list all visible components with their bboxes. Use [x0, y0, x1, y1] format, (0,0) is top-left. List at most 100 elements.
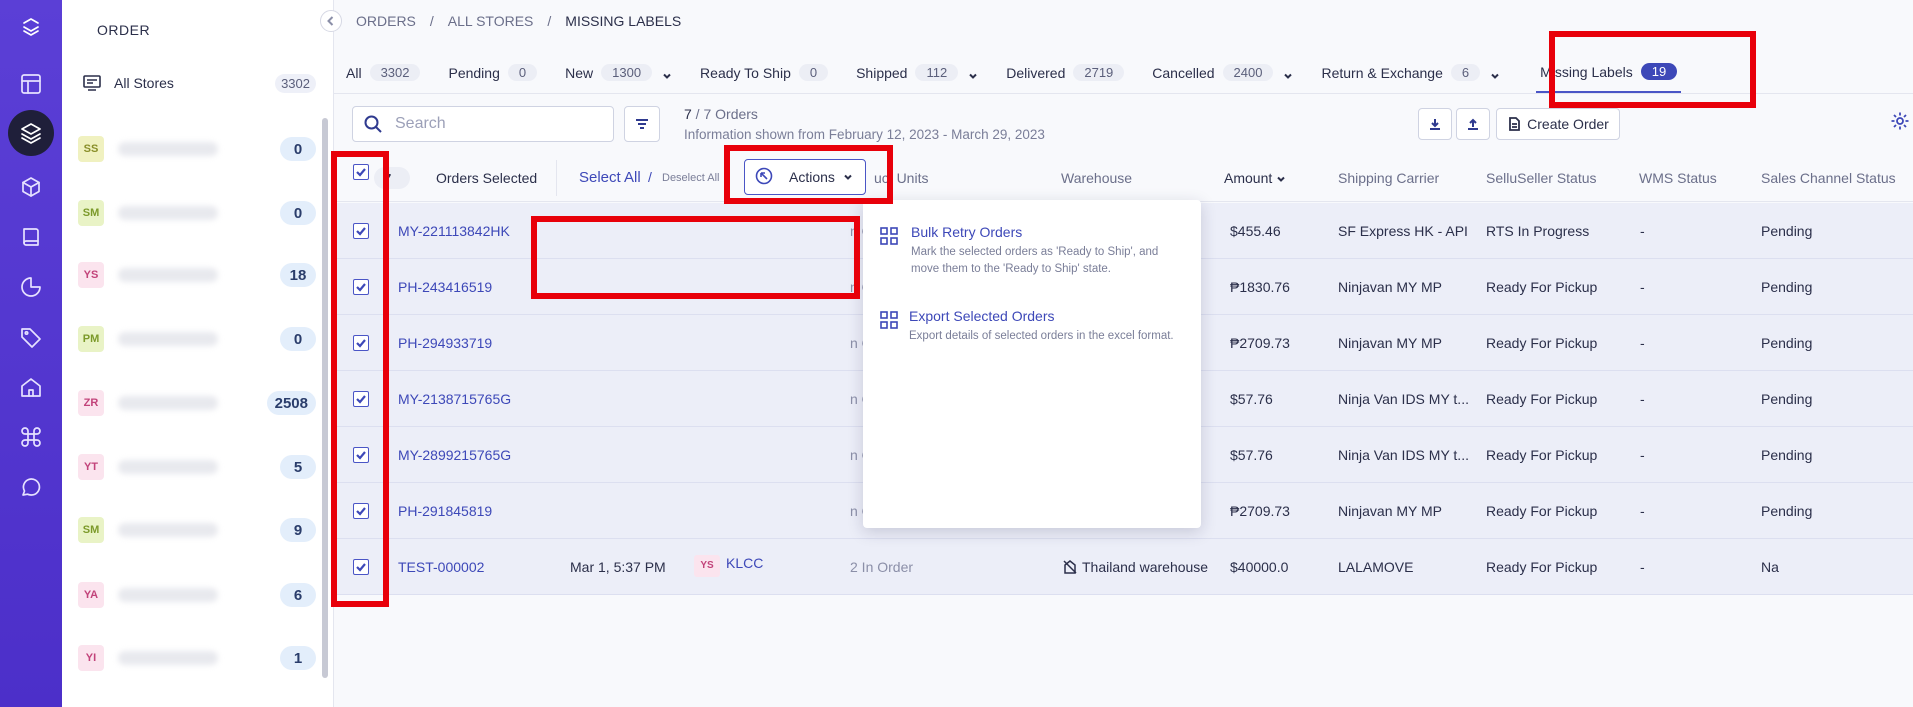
store-item[interactable]: SM 0 — [78, 198, 316, 228]
sales-channel-status: Pending — [1761, 503, 1813, 519]
chat-icon[interactable] — [12, 468, 50, 506]
check-icon — [356, 507, 366, 516]
store-item[interactable]: SS 0 — [78, 134, 316, 164]
store-item[interactable]: ZR 2508 — [78, 388, 316, 418]
dashboard-icon[interactable] — [12, 65, 50, 103]
store-avatar: YI — [78, 645, 104, 671]
divider — [556, 160, 557, 196]
chevron-down-icon[interactable] — [1490, 68, 1500, 79]
tab-new[interactable]: New 1300 — [565, 53, 672, 93]
chevron-down-icon[interactable] — [1283, 68, 1293, 79]
book-icon[interactable] — [12, 218, 50, 256]
filter-button[interactable] — [624, 106, 660, 142]
store-avatar: SM — [78, 517, 104, 543]
search-input[interactable] — [395, 115, 595, 133]
tab-count-badge: 1300 — [601, 64, 653, 81]
store-item[interactable]: YS 18 — [78, 260, 316, 290]
package-icon[interactable] — [12, 168, 50, 206]
order-id-link[interactable]: TEST-000002 — [398, 559, 484, 575]
row-checkbox[interactable] — [353, 335, 369, 351]
row-checkbox[interactable] — [353, 391, 369, 407]
order-id-link[interactable]: PH-291845819 — [398, 503, 492, 519]
col-amount[interactable]: Amount — [1224, 170, 1286, 187]
export-selected-orders-item[interactable]: Export Selected Orders Export details of… — [875, 308, 1189, 345]
col-product-units: uct Units — [874, 170, 929, 186]
export-title: Export Selected Orders — [909, 308, 1055, 324]
command-icon[interactable] — [12, 418, 50, 456]
order-id-link[interactable]: PH-243416519 — [398, 279, 492, 295]
create-order-button[interactable]: Create Order — [1496, 108, 1620, 140]
tab-missing-labels[interactable]: Missing Labels 19 — [1536, 53, 1682, 93]
store-item[interactable]: PM 0 — [78, 324, 316, 354]
search-box[interactable] — [352, 106, 614, 142]
store-cell: YS KLCC — [694, 555, 763, 577]
store-avatar: YA — [78, 582, 104, 608]
breadcrumb-all-stores[interactable]: ALL STORES — [448, 13, 534, 29]
collapse-panel-button[interactable] — [320, 10, 342, 32]
store-item[interactable]: YI 1 — [78, 643, 316, 673]
actions-button[interactable]: Actions — [744, 159, 866, 195]
table-row[interactable]: TEST-000002 Mar 1, 5:37 PM YS KLCC 2 In Orde… — [334, 539, 1913, 595]
settings-button[interactable] — [1890, 111, 1910, 131]
row-checkbox[interactable] — [353, 559, 369, 575]
store-item[interactable]: SM 9 — [78, 515, 316, 545]
store-avatar: YS — [694, 555, 720, 577]
tab-pending[interactable]: Pending 0 — [448, 53, 538, 93]
pie-chart-icon[interactable] — [12, 268, 50, 306]
app-logo-icon[interactable] — [12, 8, 50, 46]
orders-layers-icon[interactable] — [8, 110, 54, 156]
order-id-link[interactable]: PH-294933719 — [398, 335, 492, 351]
row-checkbox[interactable] — [353, 279, 369, 295]
tab-return-exchange[interactable]: Return & Exchange 6 — [1321, 53, 1500, 93]
all-stores-item[interactable]: All Stores 3302 — [80, 68, 316, 98]
store-order-count: 0 — [280, 137, 316, 161]
tab-shipped[interactable]: Shipped 112 — [856, 53, 978, 93]
tab-ready-to-ship[interactable]: Ready To Ship 0 — [700, 53, 829, 93]
amount: ₱2709.73 — [1230, 335, 1290, 351]
check-icon — [356, 283, 366, 292]
tab-delivered[interactable]: Delivered 2719 — [1006, 53, 1125, 93]
sales-channel-status: Pending — [1761, 447, 1813, 463]
check-icon — [356, 227, 366, 236]
bulk-retry-orders-item[interactable]: Bulk Retry Orders Mark the selected orde… — [875, 224, 1189, 278]
store-order-count: 1 — [280, 646, 316, 670]
row-checkbox[interactable] — [353, 447, 369, 463]
amount: ₱2709.73 — [1230, 503, 1290, 519]
chevron-down-icon[interactable] — [968, 68, 978, 79]
select-all-link[interactable]: Select All — [579, 169, 641, 186]
store-avatar: ZR — [78, 390, 104, 416]
stores-scrollbar[interactable] — [322, 118, 328, 678]
order-id-link[interactable]: MY-2899215765G — [398, 447, 511, 463]
store-name-redacted — [118, 268, 218, 282]
store-item[interactable]: YT 5 — [78, 452, 316, 482]
table-empty-area — [334, 595, 1913, 707]
tab-label: New — [565, 64, 594, 81]
check-icon — [356, 395, 366, 404]
tab-all[interactable]: All 3302 — [346, 53, 421, 93]
stores-panel: ORDER All Stores 3302 SS 0 SM 0 YS 18 PM 0 ZR 250… — [62, 0, 334, 707]
row-checkbox[interactable] — [353, 223, 369, 239]
store-item[interactable]: YA 6 — [78, 580, 316, 610]
all-stores-count: 3302 — [275, 73, 316, 93]
tab-cancelled[interactable]: Cancelled 2400 — [1152, 53, 1293, 93]
breadcrumb-orders[interactable]: ORDERS — [356, 13, 416, 29]
row-checkbox[interactable] — [353, 503, 369, 519]
selluseller-status: Ready For Pickup — [1486, 279, 1598, 295]
sales-channel-status: Pending — [1761, 279, 1813, 295]
home-icon[interactable] — [12, 368, 50, 406]
shipping-carrier: Ninjavan MY MP — [1338, 335, 1443, 351]
tab-count-badge: 2719 — [1073, 64, 1125, 81]
select-all-checkbox[interactable] — [353, 164, 369, 180]
order-id-link[interactable]: MY-2138715765G — [398, 391, 511, 407]
chevron-down-icon[interactable] — [662, 68, 672, 79]
sales-channel-status: Pending — [1761, 391, 1813, 407]
tag-icon[interactable] — [12, 318, 50, 356]
tab-count-badge: 112 — [915, 64, 959, 81]
store-link[interactable]: KLCC — [726, 555, 763, 571]
tab-count-badge: 6 — [1450, 64, 1481, 81]
order-id-link[interactable]: MY-221113842HK — [398, 223, 510, 239]
deselect-all-link[interactable]: Deselect All — [662, 172, 719, 184]
download-button[interactable] — [1418, 108, 1452, 140]
upload-button[interactable] — [1456, 108, 1490, 140]
bulk-retry-title: Bulk Retry Orders — [911, 224, 1023, 240]
